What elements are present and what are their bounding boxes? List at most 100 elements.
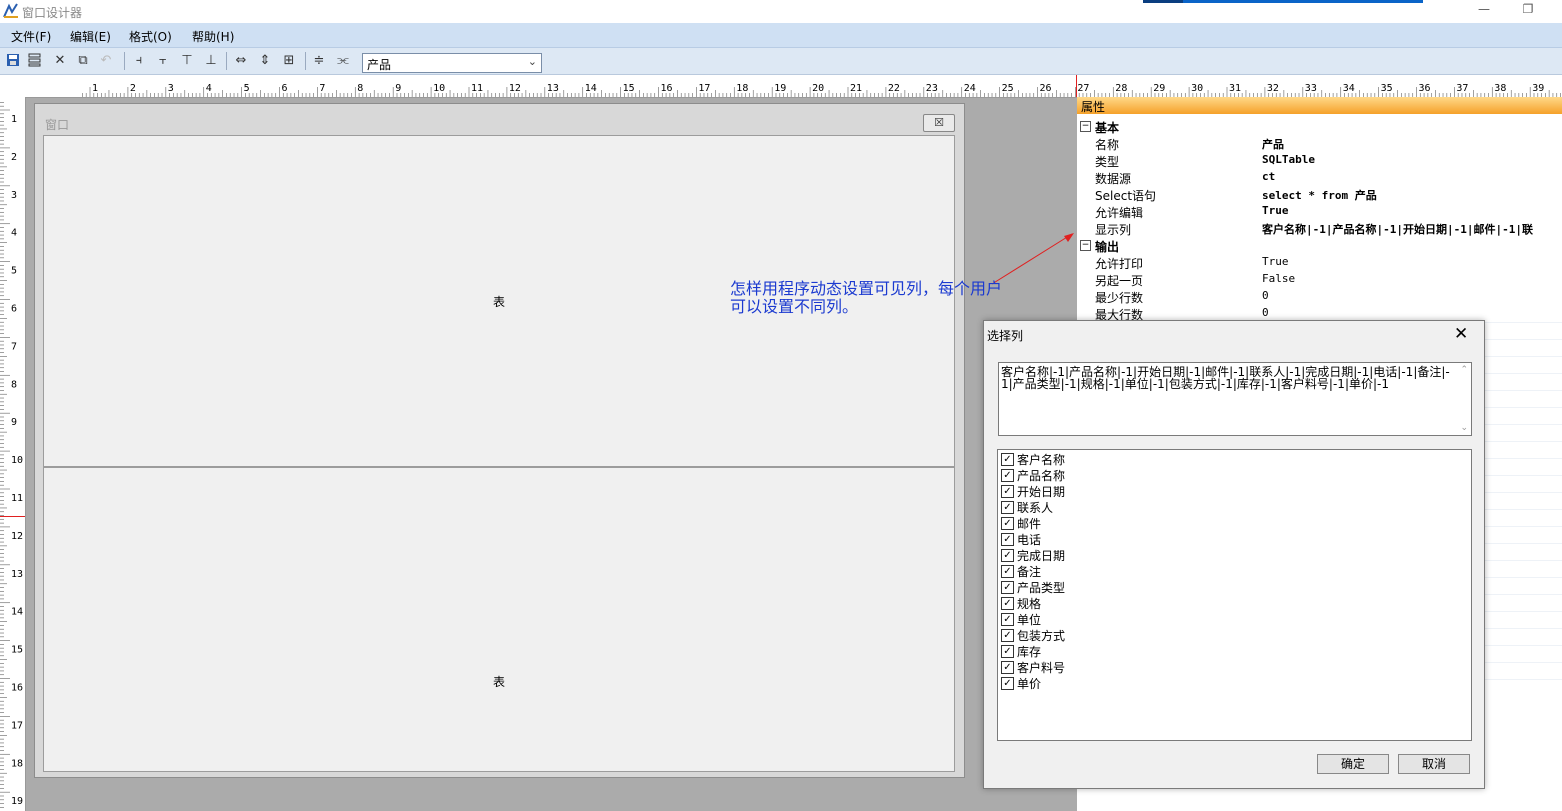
property-value[interactable]: 客户名称|-1|产品名称|-1|开始日期|-1|邮件|-1|联 [1262, 221, 1533, 237]
menu-edit[interactable]: 编辑(E) [70, 28, 111, 45]
column-checkbox[interactable]: ✓ [1001, 469, 1014, 482]
scroll-up-icon[interactable]: ⌃ [1460, 365, 1468, 375]
column-checkbox[interactable]: ✓ [1001, 613, 1014, 626]
same-height-icon[interactable]: ⇕ [257, 53, 273, 69]
column-checkbox-label[interactable]: 备注 [1017, 563, 1041, 580]
ruler-number: 37 [1456, 83, 1468, 94]
column-checkbox-label[interactable]: 规格 [1017, 595, 1041, 612]
column-checkbox-label[interactable]: 电话 [1017, 531, 1041, 548]
object-selector-dropdown[interactable]: 产品 ⌄ [362, 53, 542, 73]
same-width-icon[interactable]: ⇔ [233, 53, 249, 69]
property-value[interactable]: True [1262, 204, 1289, 217]
menu-file[interactable]: 文件(F) [11, 28, 51, 45]
copy-icon[interactable]: ⧉ [75, 53, 91, 69]
property-value[interactable]: 0 [1262, 306, 1269, 319]
column-checkbox[interactable]: ✓ [1001, 581, 1014, 594]
property-section-0[interactable]: − 基本 [1077, 118, 1562, 135]
column-checkbox-label[interactable]: 单价 [1017, 675, 1041, 692]
property-row[interactable]: 最少行数 0 [1077, 288, 1562, 305]
ruler-number: 22 [888, 83, 900, 94]
align-left-icon[interactable]: ⫞ [131, 53, 147, 69]
column-checkbox[interactable]: ✓ [1001, 645, 1014, 658]
column-checkbox[interactable]: ✓ [1001, 661, 1014, 674]
column-checkbox-label[interactable]: 包装方式 [1017, 627, 1065, 644]
property-section-1[interactable]: − 输出 [1077, 237, 1562, 254]
property-row[interactable]: 显示列 客户名称|-1|产品名称|-1|开始日期|-1|邮件|-1|联 [1077, 220, 1562, 237]
select-columns-dialog: 选择列 ✕ 客户名称|-1|产品名称|-1|开始日期|-1|邮件|-1|联系人|… [983, 320, 1485, 789]
column-checkbox-label[interactable]: 客户料号 [1017, 659, 1065, 676]
column-checkbox-label[interactable]: 联系人 [1017, 499, 1053, 516]
property-row[interactable]: 数据源 ct [1077, 169, 1562, 186]
property-name: 另起一页 [1095, 274, 1144, 288]
columns-text-area[interactable]: 客户名称|-1|产品名称|-1|开始日期|-1|邮件|-1|联系人|-1|完成日… [998, 362, 1472, 436]
property-value[interactable]: True [1262, 255, 1289, 268]
property-row[interactable]: 允许编辑 True [1077, 203, 1562, 220]
minimize-icon[interactable]: — [1474, 2, 1494, 20]
table-control-2[interactable]: 表 [43, 467, 955, 772]
ok-button[interactable]: 确定 [1317, 754, 1389, 774]
column-checkbox-label[interactable]: 客户名称 [1017, 451, 1065, 468]
menu-help[interactable]: 帮助(H) [192, 28, 234, 45]
save-icon[interactable] [5, 53, 21, 69]
column-checkbox-label[interactable]: 开始日期 [1017, 483, 1065, 500]
column-checkbox-label[interactable]: 产品名称 [1017, 467, 1065, 484]
table-label: 表 [493, 675, 506, 689]
column-checkbox-label[interactable]: 完成日期 [1017, 547, 1065, 564]
object-selector-value: 产品 [367, 58, 392, 72]
column-checkbox[interactable]: ✓ [1001, 677, 1014, 690]
undo-icon[interactable]: ↶ [98, 53, 114, 69]
scroll-down-icon[interactable]: ⌄ [1460, 423, 1468, 433]
ruler-number: 20 [812, 83, 824, 94]
column-checkbox[interactable]: ✓ [1001, 517, 1014, 530]
property-row[interactable]: 名称 产品 [1077, 135, 1562, 152]
property-row[interactable]: Select语句 select * from 产品 [1077, 186, 1562, 203]
property-row[interactable]: 允许打印 True [1077, 254, 1562, 271]
property-value[interactable]: 产品 [1262, 136, 1284, 152]
distribute-horizontal-icon[interactable]: ⫘ [335, 53, 351, 69]
toolbar: ✕ ⧉ ↶ ⫞ ⫟ ⊤ ⊥ ⇔ ⇕ ⊞ ≑ ⫘ [0, 48, 1562, 75]
ruler-number: 8 [11, 379, 17, 390]
column-checkbox[interactable]: ✓ [1001, 533, 1014, 546]
collapse-icon[interactable]: − [1080, 121, 1091, 132]
columns-checklist[interactable]: ✓ 客户名称 ✓ 产品名称 ✓ 开始日期 ✓ 联系人 ✓ 邮件 ✓ 电话 ✓ 完成日期 ✓ 备注 ✓ 产品类型 ✓ 规… [997, 449, 1472, 741]
ruler-number: 24 [964, 83, 976, 94]
align-right-icon[interactable]: ⫟ [155, 53, 171, 69]
distribute-vertical-icon[interactable]: ≑ [311, 53, 327, 69]
delete-icon[interactable]: ✕ [52, 53, 68, 69]
property-value[interactable]: False [1262, 272, 1295, 285]
close-icon[interactable]: ☒ [923, 114, 955, 132]
close-icon[interactable]: ✕ [1454, 324, 1468, 344]
column-checkbox[interactable]: ✓ [1001, 453, 1014, 466]
menu-format[interactable]: 格式(O) [129, 28, 172, 45]
column-checkbox[interactable]: ✓ [1001, 629, 1014, 642]
column-checkbox[interactable]: ✓ [1001, 597, 1014, 610]
column-checkbox-label[interactable]: 邮件 [1017, 515, 1041, 532]
property-row[interactable]: 另起一页 False [1077, 271, 1562, 288]
column-checkbox[interactable]: ✓ [1001, 485, 1014, 498]
collapse-icon[interactable]: − [1080, 240, 1091, 251]
align-top-icon[interactable]: ⊤ [179, 53, 195, 69]
same-size-icon[interactable]: ⊞ [281, 53, 297, 69]
ruler-number: 7 [319, 83, 325, 94]
align-bottom-icon[interactable]: ⊥ [203, 53, 219, 69]
property-value[interactable]: ct [1262, 170, 1275, 183]
column-checkbox-label[interactable]: 产品类型 [1017, 579, 1065, 596]
cancel-button[interactable]: 取消 [1398, 754, 1470, 774]
column-checkbox[interactable]: ✓ [1001, 501, 1014, 514]
property-row[interactable]: 类型 SQLTable [1077, 152, 1562, 169]
design-window[interactable]: 窗口 ☒ 表 表 [34, 103, 965, 778]
property-value[interactable]: 0 [1262, 289, 1269, 302]
column-checkbox-label[interactable]: 单位 [1017, 611, 1041, 628]
column-checkbox[interactable]: ✓ [1001, 565, 1014, 578]
restore-icon[interactable]: ❐ [1518, 2, 1538, 20]
save-all-icon[interactable] [28, 53, 44, 69]
column-checkbox-label[interactable]: 库存 [1017, 643, 1041, 660]
properties-header: 属性 [1077, 97, 1562, 114]
ruler-number: 16 [661, 83, 673, 94]
ruler-number: 6 [282, 83, 288, 94]
ruler-number: 16 [11, 683, 23, 694]
column-checkbox[interactable]: ✓ [1001, 549, 1014, 562]
ruler-number: 9 [11, 417, 17, 428]
property-value[interactable]: select * from 产品 [1262, 187, 1377, 203]
property-value[interactable]: SQLTable [1262, 153, 1315, 166]
